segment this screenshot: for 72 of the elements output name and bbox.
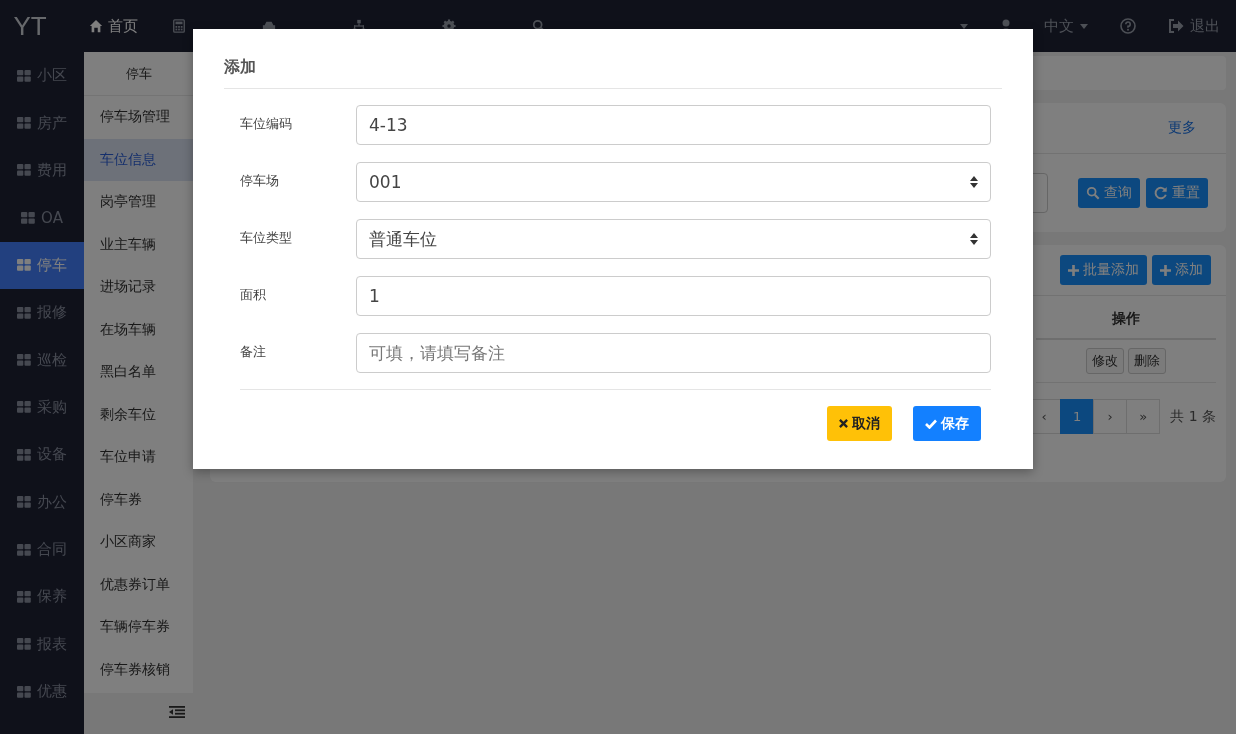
field-label: 车位类型 bbox=[240, 229, 293, 247]
add-button[interactable]: 批量添加 bbox=[1060, 255, 1147, 285]
field-label: 停车场 bbox=[240, 172, 280, 190]
save-button[interactable]: 保存 bbox=[913, 406, 981, 441]
column-header: 操作 bbox=[1036, 296, 1216, 340]
submenu-item[interactable]: 在场车辆 bbox=[84, 308, 193, 351]
page-button[interactable]: » bbox=[1126, 399, 1161, 434]
collapse-menu-icon[interactable] bbox=[169, 706, 185, 718]
language-dropdown[interactable]: 中文 bbox=[1028, 16, 1104, 36]
select-field[interactable]: 001 bbox=[356, 162, 991, 202]
grid-icon bbox=[17, 259, 31, 272]
page-button[interactable]: 1 bbox=[1060, 399, 1095, 434]
submenu-item[interactable]: 车位信息 bbox=[84, 138, 193, 181]
plus-icon bbox=[1160, 264, 1171, 276]
grid-icon bbox=[17, 496, 31, 509]
grid-icon bbox=[17, 117, 31, 130]
submenu-item[interactable]: 车辆停车券 bbox=[84, 606, 193, 649]
input-field[interactable]: 1 bbox=[356, 276, 991, 316]
select-field[interactable]: 普通车位 bbox=[356, 219, 991, 259]
sidebar-item[interactable]: 停车 bbox=[0, 241, 84, 289]
input-field[interactable]: 可填，请填写备注 bbox=[356, 333, 991, 373]
plus-icon bbox=[1068, 264, 1079, 276]
refresh-icon bbox=[1154, 186, 1168, 200]
page-button[interactable]: › bbox=[1093, 399, 1128, 434]
grid-icon bbox=[17, 401, 31, 414]
input-field[interactable]: 4-13 bbox=[356, 105, 991, 145]
submenu-item[interactable]: 业主车辆 bbox=[84, 223, 193, 266]
sign-out-icon bbox=[1168, 19, 1184, 33]
dialog-title: 添加 bbox=[224, 29, 1002, 89]
home-icon bbox=[89, 19, 103, 33]
submenu-item[interactable]: 停车场管理 bbox=[84, 96, 193, 139]
logo[interactable]: YT bbox=[0, 10, 60, 42]
sort-icon bbox=[970, 176, 978, 188]
search-icon bbox=[1086, 186, 1100, 200]
submenu-item[interactable]: 停车券 bbox=[84, 478, 193, 521]
grid-icon bbox=[17, 638, 31, 651]
nav-item[interactable]: 首页 bbox=[75, 0, 152, 52]
submenu-item[interactable]: 车位申请 bbox=[84, 436, 193, 479]
submenu-item[interactable]: 小区商家 bbox=[84, 521, 193, 564]
submenu-item[interactable]: 岗亭管理 bbox=[84, 181, 193, 224]
grid-icon bbox=[17, 354, 31, 367]
grid-icon bbox=[17, 306, 31, 319]
close-icon bbox=[839, 419, 848, 428]
logout-link[interactable]: 退出 bbox=[1152, 16, 1236, 36]
submenu-item[interactable]: 停车券核销 bbox=[84, 648, 193, 691]
more-link[interactable]: 更多 bbox=[1168, 119, 1196, 137]
field-label: 车位编码 bbox=[240, 115, 293, 133]
check-icon bbox=[925, 418, 937, 429]
calculator-icon bbox=[172, 19, 186, 33]
help-icon[interactable] bbox=[1120, 18, 1136, 34]
row-action-button[interactable]: 删除 bbox=[1128, 348, 1166, 374]
field-label: 备注 bbox=[240, 343, 267, 361]
add-button[interactable]: 添加 bbox=[1152, 255, 1211, 285]
grid-icon bbox=[17, 685, 31, 698]
grid-icon bbox=[17, 591, 31, 603]
submenu-item[interactable]: 优惠券订单 bbox=[84, 563, 193, 606]
submenu-item[interactable]: 进场记录 bbox=[84, 266, 193, 309]
submenu-item[interactable]: 剩余车位 bbox=[84, 393, 193, 436]
field-label: 面积 bbox=[240, 286, 267, 304]
cancel-button[interactable]: 取消 bbox=[827, 406, 892, 441]
total-count: 共 1 条 bbox=[1170, 407, 1216, 426]
grid-icon bbox=[17, 164, 31, 177]
sort-icon bbox=[970, 233, 978, 245]
submenu-item[interactable]: 黑白名单 bbox=[84, 351, 193, 394]
search-card-button[interactable]: 查询 bbox=[1078, 178, 1140, 208]
search-card-button[interactable]: 重置 bbox=[1146, 178, 1208, 208]
grid-icon bbox=[17, 543, 31, 556]
grid-icon bbox=[17, 69, 31, 82]
caret-icon bbox=[1080, 23, 1088, 29]
grid-icon bbox=[21, 211, 36, 224]
grid-icon bbox=[17, 448, 31, 461]
row-action-button[interactable]: 修改 bbox=[1086, 348, 1124, 374]
